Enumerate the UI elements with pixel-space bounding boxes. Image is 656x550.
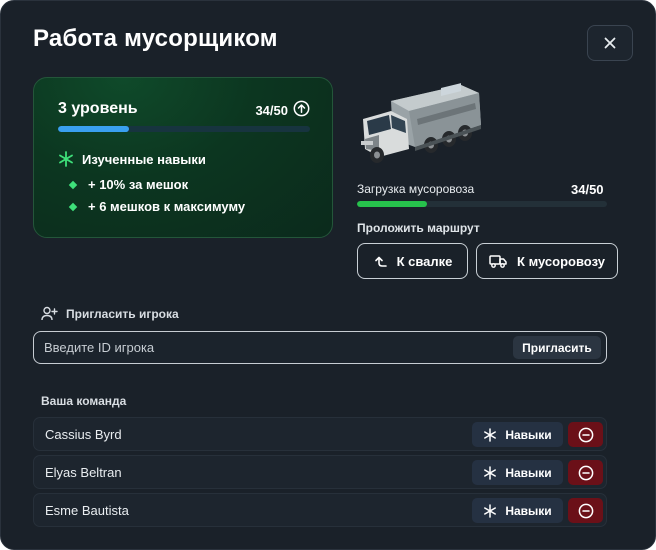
learned-skills-title: Изученные навыки	[82, 151, 206, 167]
truck-load-text: 34/50	[571, 182, 604, 197]
level-label: 3 уровень	[58, 100, 138, 117]
minus-circle-icon	[578, 427, 593, 442]
member-skills-button[interactable]: Навыки	[472, 498, 563, 523]
minus-circle-icon	[578, 503, 593, 518]
team-member-row: Elyas Beltran Навыки	[33, 455, 607, 489]
close-button[interactable]	[587, 25, 633, 61]
asterisk-icon	[484, 503, 497, 518]
truck-icon	[489, 255, 507, 268]
truck-load-label: Загрузка мусоровоза	[357, 182, 475, 196]
garbage-job-window: Работа мусорщиком 3 уровень 34/50 Изучен…	[0, 0, 656, 550]
truck-load-fill	[357, 201, 427, 207]
level-progress-fill	[58, 126, 129, 132]
diamond-bullet-icon	[68, 180, 78, 189]
skill-item: + 6 мешков к максимуму	[68, 199, 246, 214]
skill-text: + 10% за мешок	[88, 177, 189, 192]
member-skills-label: Навыки	[505, 427, 552, 442]
remove-member-button[interactable]	[568, 422, 603, 447]
level-progress-text: 34/50	[255, 103, 288, 118]
invite-header: Пригласить игрока	[41, 306, 179, 321]
member-skills-label: Навыки	[505, 503, 552, 518]
truck-load-bar	[357, 201, 607, 207]
route-to-dump-label: К свалке	[396, 253, 453, 269]
member-name: Cassius Byrd	[45, 427, 122, 442]
garbage-truck-image	[361, 83, 481, 163]
team-member-row: Esme Bautista Навыки	[33, 493, 607, 527]
diamond-bullet-icon	[68, 202, 78, 211]
user-plus-icon	[41, 306, 58, 321]
route-to-dump-button[interactable]: К свалке	[357, 243, 468, 279]
level-card: 3 уровень 34/50 Изученные навыки + 10% з…	[33, 77, 333, 238]
minus-circle-icon	[578, 465, 593, 480]
member-skills-button[interactable]: Навыки	[472, 460, 563, 485]
asterisk-icon	[484, 465, 497, 480]
learned-skills-header: Изученные навыки	[58, 151, 206, 167]
invite-field-container: Пригласить	[33, 331, 607, 364]
member-name: Elyas Beltran	[45, 465, 122, 480]
asterisk-icon	[484, 427, 497, 442]
invite-title: Пригласить игрока	[66, 306, 179, 321]
route-to-truck-label: К мусоровозу	[517, 253, 605, 269]
star-icon	[59, 151, 73, 167]
remove-member-button[interactable]	[568, 498, 603, 523]
player-id-input[interactable]	[44, 332, 504, 363]
arrow-up-circle-icon	[293, 100, 310, 117]
member-name: Esme Bautista	[45, 503, 129, 518]
window-title: Работа мусорщиком	[33, 25, 278, 52]
remove-member-button[interactable]	[568, 460, 603, 485]
member-skills-label: Навыки	[505, 465, 552, 480]
route-to-truck-button[interactable]: К мусоровозу	[476, 243, 618, 279]
member-skills-button[interactable]: Навыки	[472, 422, 563, 447]
route-label: Проложить маршрут	[357, 221, 480, 235]
skill-text: + 6 мешков к максимуму	[88, 199, 246, 214]
turn-up-arrow-icon	[374, 256, 387, 267]
team-member-row: Cassius Byrd Навыки	[33, 417, 607, 451]
team-title: Ваша команда	[41, 394, 127, 408]
skill-item: + 10% за мешок	[68, 177, 189, 192]
invite-button[interactable]: Пригласить	[513, 336, 601, 359]
level-progress-bar	[58, 126, 310, 132]
close-icon	[604, 37, 616, 49]
